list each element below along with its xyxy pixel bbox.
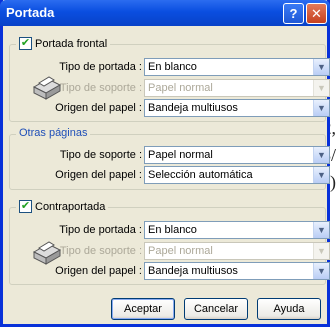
close-button[interactable]: ✕ bbox=[306, 3, 327, 24]
back-paper-type-select[interactable]: En blanco ▼ bbox=[144, 221, 330, 239]
other-pages-title: Otras páginas bbox=[16, 127, 91, 139]
cancel-button[interactable]: Cancelar bbox=[184, 298, 248, 320]
front-cover-title: ✔ Portada frontal bbox=[16, 37, 111, 50]
back-cover-label[interactable]: Contraportada bbox=[35, 201, 105, 213]
front-source-select[interactable]: Bandeja multiusos ▼ bbox=[144, 99, 330, 117]
other-pages-label: Otras páginas bbox=[19, 127, 88, 139]
chevron-down-icon[interactable]: ▼ bbox=[313, 167, 329, 183]
cover-page-dialog: Portada ? ✕ ✔ Portada frontal Tipo de po… bbox=[0, 0, 330, 327]
back-cover-checkbox[interactable]: ✔ bbox=[19, 200, 32, 213]
front-paper-type-label: Tipo de portada : bbox=[59, 61, 142, 73]
help-button[interactable]: Ayuda bbox=[257, 298, 321, 320]
front-source-label: Origen del papel : bbox=[55, 102, 142, 114]
back-media-type-label: Tipo de soporte : bbox=[59, 245, 142, 257]
front-media-type-label: Tipo de soporte : bbox=[59, 82, 142, 94]
front-cover-group: ✔ Portada frontal Tipo de portada : En b… bbox=[9, 37, 330, 122]
close-icon: ✕ bbox=[311, 5, 322, 21]
chevron-down-icon[interactable]: ▼ bbox=[313, 59, 329, 75]
front-paper-type-value: En blanco bbox=[148, 61, 197, 73]
front-media-type-value: Papel normal bbox=[148, 82, 213, 94]
other-source-value: Selección automática bbox=[148, 169, 253, 181]
front-cover-label[interactable]: Portada frontal bbox=[35, 38, 107, 50]
other-pages-group: Otras páginas Tipo de soporte : Papel no… bbox=[9, 127, 330, 190]
ok-button[interactable]: Aceptar bbox=[111, 298, 175, 320]
back-paper-type-label: Tipo de portada : bbox=[59, 224, 142, 236]
help-title-button[interactable]: ? bbox=[283, 3, 304, 24]
back-paper-type-value: En blanco bbox=[148, 224, 197, 236]
chevron-down-icon[interactable]: ▼ bbox=[313, 263, 329, 279]
front-media-type-select: Papel normal ▼ bbox=[144, 79, 330, 97]
back-media-type-select: Papel normal ▼ bbox=[144, 242, 330, 260]
chevron-down-icon[interactable]: ▼ bbox=[313, 100, 329, 116]
other-source-label: Origen del papel : bbox=[55, 169, 142, 181]
other-media-type-label: Tipo de soporte : bbox=[59, 149, 142, 161]
back-source-label: Origen del papel : bbox=[55, 265, 142, 277]
front-source-value: Bandeja multiusos bbox=[148, 102, 238, 114]
dialog-title: Portada bbox=[6, 5, 55, 20]
title-bar[interactable]: Portada ? ✕ bbox=[0, 0, 330, 26]
other-media-type-select[interactable]: Papel normal ▼ bbox=[144, 146, 330, 164]
back-media-type-value: Papel normal bbox=[148, 245, 213, 257]
chevron-down-icon: ▼ bbox=[313, 80, 329, 96]
chevron-down-icon[interactable]: ▼ bbox=[313, 222, 329, 238]
back-source-select[interactable]: Bandeja multiusos ▼ bbox=[144, 262, 330, 280]
chevron-down-icon: ▼ bbox=[313, 243, 329, 259]
back-cover-group: ✔ Contraportada Tipo de portada : En bla… bbox=[9, 200, 330, 285]
back-source-value: Bandeja multiusos bbox=[148, 265, 238, 277]
back-cover-title: ✔ Contraportada bbox=[16, 200, 109, 213]
front-paper-type-select[interactable]: En blanco ▼ bbox=[144, 58, 330, 76]
other-media-type-value: Papel normal bbox=[148, 149, 213, 161]
help-icon: ? bbox=[289, 6, 298, 21]
chevron-down-icon[interactable]: ▼ bbox=[313, 147, 329, 163]
other-source-select[interactable]: Selección automática ▼ bbox=[144, 166, 330, 184]
front-cover-checkbox[interactable]: ✔ bbox=[19, 37, 32, 50]
